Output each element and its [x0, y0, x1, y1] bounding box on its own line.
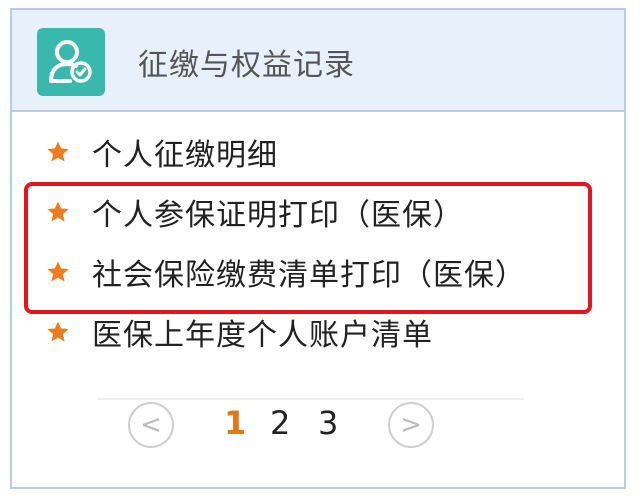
- panel-header: 征缴与权益记录: [12, 10, 624, 112]
- menu-item-label: 个人征缴明细: [92, 138, 278, 173]
- menu-item-label: 社会保险缴费清单打印（医保）: [92, 258, 526, 293]
- menu-item-personal-account-statement[interactable]: 医保上年度个人账户清单: [46, 310, 433, 354]
- records-panel: 征缴与权益记录 个人征缴明细 个人参保证明打印（医保） 社会保险缴费清单打印（医…: [10, 8, 626, 489]
- menu-item-payment-list-print[interactable]: 社会保险缴费清单打印（医保）: [46, 250, 526, 294]
- page-number-1[interactable]: 1: [224, 404, 246, 442]
- menu-item-label: 医保上年度个人账户清单: [92, 318, 433, 353]
- star-icon: [47, 321, 69, 342]
- prev-page-button[interactable]: <: [128, 402, 174, 448]
- panel-title: 征缴与权益记录: [138, 48, 355, 83]
- menu-item-label: 个人参保证明打印（医保）: [92, 198, 464, 233]
- star-icon: [47, 201, 69, 222]
- page-number-2[interactable]: 2: [270, 404, 290, 442]
- next-page-button[interactable]: >: [388, 402, 434, 448]
- star-icon: [47, 261, 69, 282]
- star-icon: [47, 141, 69, 162]
- page-number-3[interactable]: 3: [318, 404, 338, 442]
- pager-divider: [97, 398, 524, 400]
- user-shield-icon: [37, 28, 105, 96]
- menu-item-personal-contribution-details[interactable]: 个人征缴明细: [46, 130, 278, 174]
- menu-item-insurance-certificate-print[interactable]: 个人参保证明打印（医保）: [46, 190, 464, 234]
- pagination: < 1 2 3 >: [12, 398, 624, 454]
